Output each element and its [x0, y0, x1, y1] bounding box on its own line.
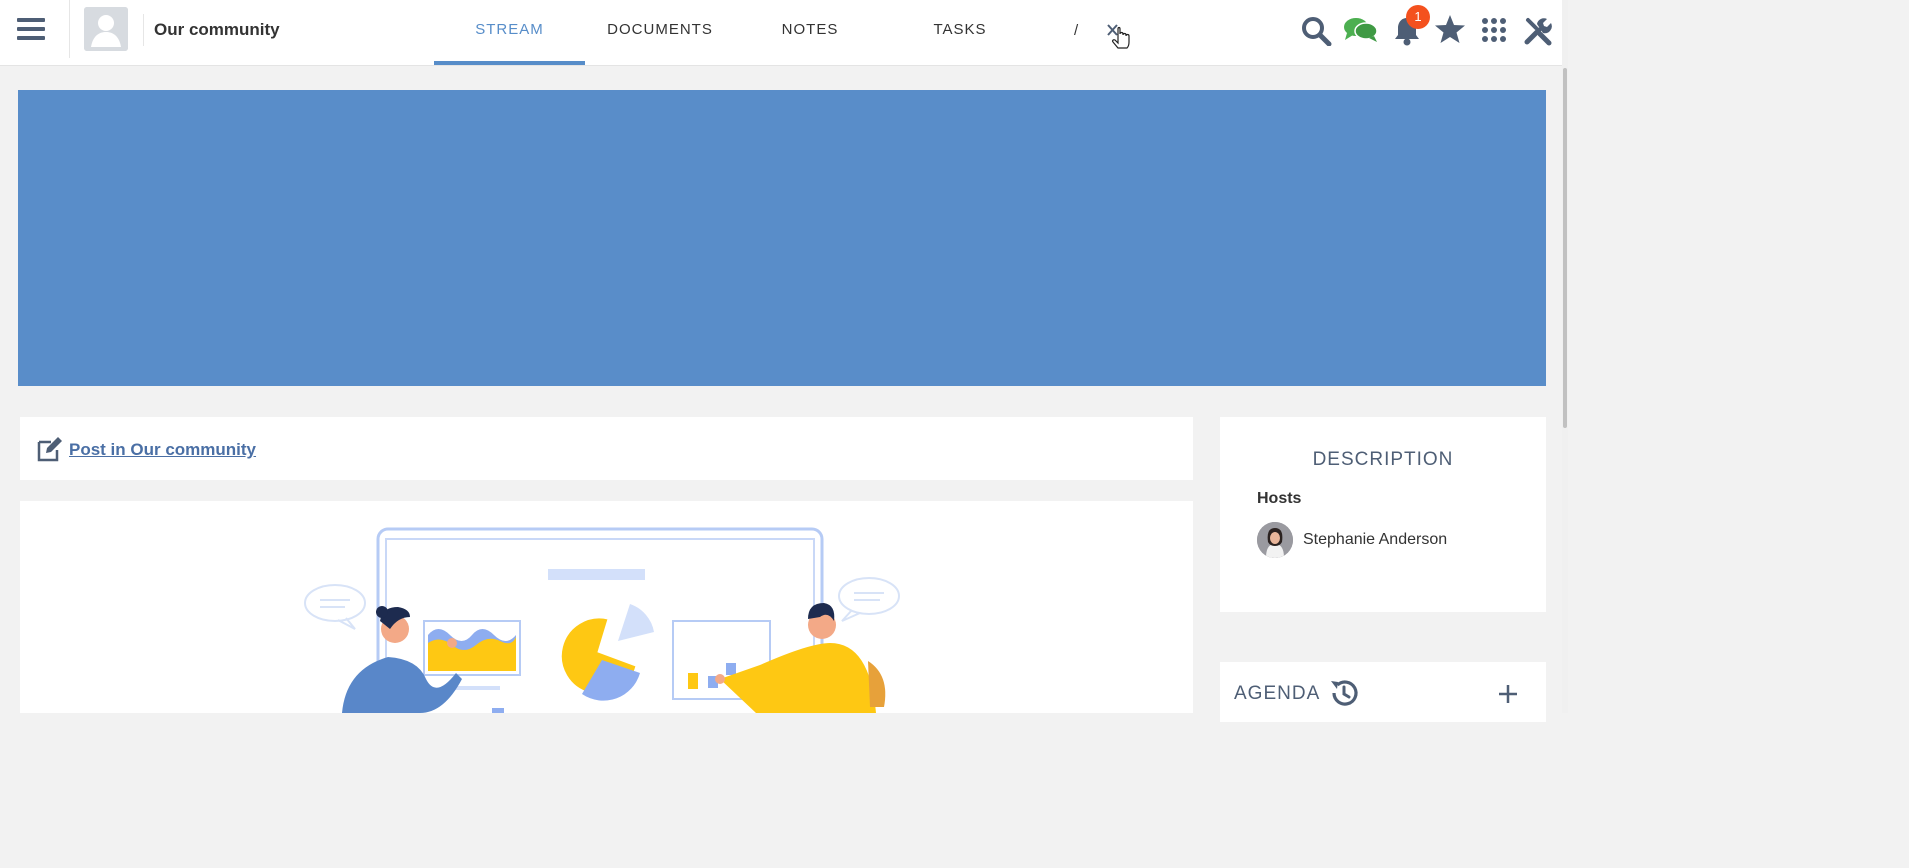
- tab-partial[interactable]: /: [1074, 22, 1078, 39]
- scrollbar-thumb[interactable]: [1563, 68, 1567, 428]
- active-tab-indicator: [434, 61, 585, 65]
- post-in-space-link[interactable]: Post in Our community: [69, 440, 256, 460]
- description-card: [1220, 417, 1546, 612]
- tab-tasks[interactable]: TASKS: [885, 21, 1035, 38]
- host-avatar-image: [1257, 522, 1293, 558]
- agenda-title: AGENDA: [1234, 683, 1321, 704]
- tab-notes[interactable]: NOTES: [735, 21, 885, 38]
- tab-documents[interactable]: DOCUMENTS: [585, 21, 735, 38]
- plus-icon[interactable]: [1497, 683, 1519, 705]
- space-name[interactable]: Our community: [154, 20, 280, 40]
- top-bar: Our community STREAM DOCUMENTS NOTES TAS…: [0, 0, 1568, 66]
- divider: [143, 14, 144, 46]
- hamburger-icon[interactable]: [17, 18, 45, 42]
- host-name-link[interactable]: Stephanie Anderson: [1303, 531, 1447, 549]
- default-avatar-icon: [84, 7, 128, 51]
- edit-icon[interactable]: [37, 436, 63, 462]
- search-icon[interactable]: [1301, 16, 1333, 46]
- tools-icon[interactable]: [1523, 16, 1553, 46]
- description-title: DESCRIPTION: [1312, 449, 1454, 470]
- page-scrollbar[interactable]: [1562, 0, 1568, 713]
- close-icon[interactable]: [1104, 22, 1134, 52]
- tab-stream[interactable]: STREAM: [434, 21, 585, 38]
- divider: [69, 0, 70, 58]
- notification-badge[interactable]: 1: [1406, 5, 1430, 29]
- chat-icon[interactable]: [1343, 16, 1379, 44]
- apps-grid-icon[interactable]: [1482, 18, 1506, 42]
- welcome-illustration-card: [20, 501, 1193, 713]
- space-avatar[interactable]: [84, 7, 128, 51]
- avatar[interactable]: [1257, 522, 1293, 558]
- presentation-illustration: [304, 527, 900, 713]
- history-icon[interactable]: [1328, 677, 1360, 709]
- space-banner: [18, 90, 1546, 386]
- hosts-label: Hosts: [1257, 490, 1302, 507]
- star-icon[interactable]: [1434, 14, 1466, 44]
